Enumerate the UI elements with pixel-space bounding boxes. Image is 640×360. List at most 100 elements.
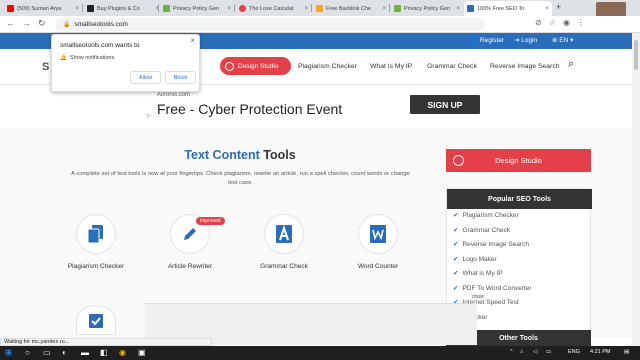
ad-banner[interactable]: Acronis.com Free - Cyber Protection Even… [145,90,487,125]
address-bar[interactable]: 🔒 smallseotools.com [55,18,485,31]
tab-close-icon[interactable]: × [304,6,308,12]
tab-title: (509) Suman Arya [17,5,62,12]
edge-icon[interactable]: ◐ [62,348,67,357]
word-document-icon [358,214,398,254]
cast-icon[interactable]: ⊘ [535,18,542,27]
tab-close-icon[interactable]: × [456,6,460,12]
start-icon[interactable]: ⊞ [5,348,12,357]
popular-tool-label: Reverse Image Search [462,241,529,248]
browser-tab[interactable]: Buy Plugins & Co × [84,1,162,16]
document-copy-icon [76,214,116,254]
popular-tool-label: Logo Maker [462,256,497,263]
checkbox-icon [89,314,103,328]
nav-grammar-check[interactable]: Grammar Check [427,63,477,70]
smallseotools-icon [467,5,474,12]
popular-tool-label: Plagiarism Checker [462,212,519,219]
popular-tool-item[interactable]: ✔ What is My IP [453,269,503,277]
block-button[interactable]: Block [165,71,196,84]
check-icon: ✔ [453,270,459,277]
folder-icon[interactable]: ▬ [81,348,89,357]
site-logo[interactable]: S [42,61,49,73]
extension-icon[interactable]: ◉ [563,18,570,27]
tab-close-icon[interactable]: × [382,6,386,12]
network-icon[interactable]: ⌂ [520,349,523,355]
heart-icon [239,5,246,12]
notification-row: 🔔 Show notifications [60,55,115,61]
check-icon: ✔ [453,212,459,219]
close-icon[interactable]: × [190,36,195,45]
browser-tab[interactable]: The Love Calculat × [236,1,311,16]
check-icon: ✔ [453,227,459,234]
reload-icon[interactable]: ↻ [38,18,46,29]
language-indicator[interactable]: ENG [568,349,580,355]
ad-signup-button[interactable]: SIGN UP [410,95,480,114]
tool-card-partial[interactable] [76,305,116,335]
ad-source: Acronis.com [157,92,191,98]
browser-tab-active[interactable]: 100% Free SEO To × [464,1,552,16]
clock[interactable]: 4:21 PM [590,349,610,355]
scrollbar-thumb[interactable] [634,40,638,70]
popular-tool-label: What is My IP [462,270,503,277]
check-icon: ✔ [453,241,459,248]
design-studio-icon [453,155,464,166]
nav-reverse-image-search[interactable]: Reverse Image Search [490,63,560,70]
popular-tool-label: PDF To Word Converter [462,285,532,292]
browser-tab[interactable]: Free Backlink Che × [313,1,389,16]
popular-tool-item[interactable]: ✔ Reverse Image Search [453,240,529,248]
app-icon[interactable]: ▣ [138,348,146,357]
notification-title: smallseotools.com wants to [60,42,140,49]
tab-close-icon[interactable]: × [75,6,79,12]
back-icon[interactable]: ← [6,18,15,28]
tray-arrow-icon[interactable]: ^ [510,349,513,355]
register-link[interactable]: 👤 Register [470,36,504,44]
notification-row-text: Show notifications [69,55,115,61]
battery-icon[interactable]: ▭ [546,349,551,355]
menu-icon[interactable]: ⋮ [577,18,585,27]
allow-button[interactable]: Allow [130,71,161,84]
policy-site-icon [163,5,170,12]
volume-icon[interactable]: ◁ [533,349,537,355]
popular-tool-item[interactable]: ✔ Plagiarism Checker [453,211,519,219]
language-label: EN [559,37,569,44]
page-description: A complete set of text tools is now at y… [71,171,410,186]
task-view-icon[interactable]: ▭ [43,348,51,357]
popular-tool-item[interactable]: ✔ Grammar Check [453,226,510,234]
tab-close-icon[interactable]: × [545,6,549,12]
search-icon[interactable]: ○ [25,348,30,357]
url-text: smallseotools.com [74,21,128,28]
bookmark-star-icon[interactable]: ☆ [549,18,556,27]
browser-toolbar: ← → ↻ 🔒 smallseotools.com ⊘ ☆ ◉ ⋮ [0,16,640,33]
language-selector[interactable]: ⊕ EN ▾ [552,36,573,44]
login-link[interactable]: ⇥ Login [514,36,537,44]
search-icon[interactable]: ⌕ [568,58,574,71]
design-studio-icon [225,61,234,71]
popular-tool-item[interactable]: ✔ PDF To Word Converter [453,284,532,292]
nav-plagiarism-checker[interactable]: Plagiarism Checker [298,63,357,70]
chrome-icon[interactable]: ◉ [119,348,126,357]
browser-tab-bar: (509) Suman Arya × Buy Plugins & Co × Pr… [0,0,640,16]
ad-close-button[interactable]: close [470,294,486,300]
notification-permission-popup: smallseotools.com wants to × 🔔 Show noti… [51,34,200,92]
popular-tool-label: Grammar Check [462,227,511,234]
lock-icon: 🔒 [63,22,71,28]
page-title: Text Content Tools [40,148,440,162]
tab-close-icon[interactable]: × [227,6,231,12]
nav-what-is-my-ip[interactable]: What Is My IP [370,63,412,70]
browser-tab[interactable]: (509) Suman Arya × [4,1,82,16]
login-label: Login [521,37,538,44]
store-icon[interactable]: ◧ [100,348,108,357]
forward-icon[interactable]: → [22,18,31,28]
browser-tab[interactable]: Privacy Policy Gen × [391,1,463,16]
new-tab-button[interactable]: + [556,2,561,12]
backlink-site-icon [316,5,323,12]
tab-title: 100% Free SEO To [477,5,525,12]
scrollbar[interactable] [632,33,640,346]
sidebar-design-studio-button[interactable]: Design Studio [446,149,591,172]
popular-tool-item[interactable]: ✔ Logo Maker [453,255,497,263]
ad-info-icon[interactable]: ▷ [147,113,151,119]
design-studio-button[interactable]: Design Studio [220,57,291,75]
browser-tab[interactable]: Privacy Policy Gen × [160,1,234,16]
notification-center-icon[interactable]: ▤ [624,349,629,355]
policy-site-icon [394,5,401,12]
improved-badge: improved [196,217,225,225]
